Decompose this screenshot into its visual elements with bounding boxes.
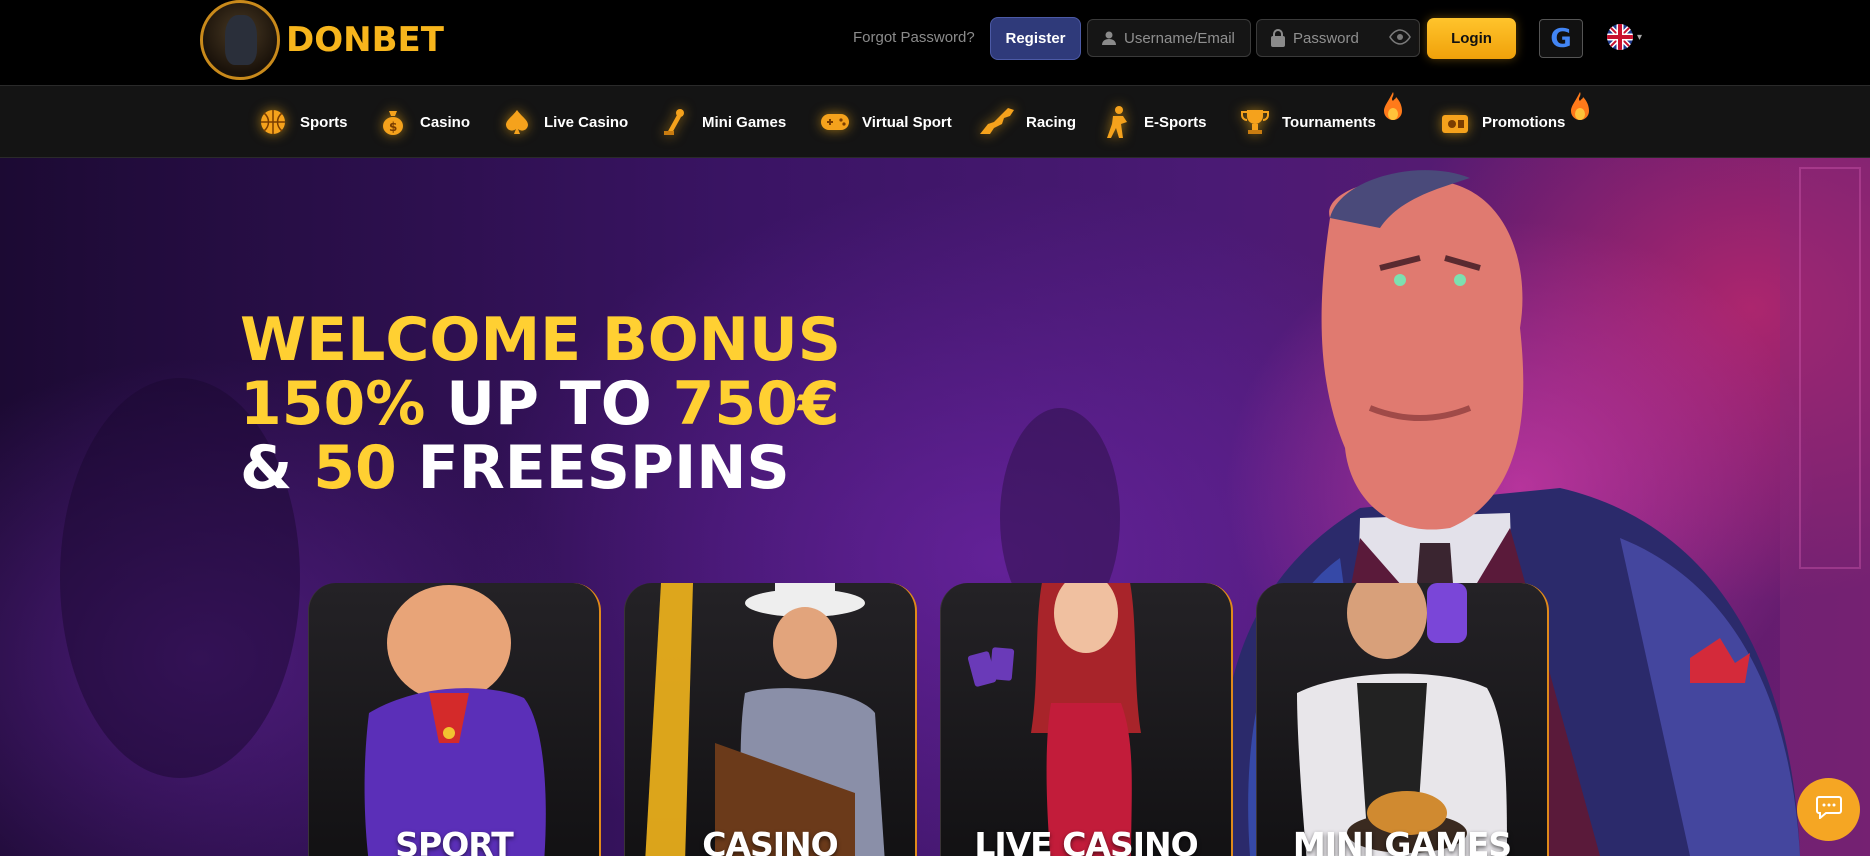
nav-item-live-casino[interactable]: Live Casino [502,86,628,158]
logo-text: DONBET [286,20,444,60]
uk-flag-icon [1607,24,1633,50]
hero-character-illustration [60,158,1870,856]
mini-games-character-illustration [1297,583,1507,856]
category-card-mini-games[interactable]: MINI GAMES [1256,583,1549,856]
welcome-bonus-headline: WELCOME BONUS 150% UP TO 750€ & 50 FREES… [240,308,841,500]
fire-icon [1571,92,1589,122]
gift-icon [1440,107,1470,137]
basketball-icon [258,107,288,137]
category-label: SPORT [395,825,513,856]
trophy-icon [1240,107,1270,137]
nav-label: Promotions [1482,113,1566,131]
nav-item-mini-games[interactable]: Mini Games [660,86,786,158]
svg-text:$: $ [389,120,397,134]
category-label: MINI GAMES [1292,825,1512,856]
spade-icon [502,107,532,137]
category-card-live-casino[interactable]: LIVE CASINO [940,583,1233,856]
nav-item-esports[interactable]: E-Sports [1102,86,1207,158]
user-icon [1094,30,1124,46]
nav-label: Tournaments [1282,113,1376,131]
live-casino-character-illustration [967,583,1141,856]
nav-label: Live Casino [544,113,629,131]
show-password-eye-icon[interactable] [1389,29,1411,50]
headline-text: & [240,433,314,503]
username-input[interactable] [1124,29,1234,47]
fire-icon [1384,92,1402,122]
nav-label: E-Sports [1144,113,1207,131]
sport-character-illustration [364,585,546,856]
nav-item-sports[interactable]: Sports [258,86,348,158]
headline-line-1: WELCOME BONUS [240,305,841,375]
category-label: LIVE CASINO [974,825,1198,856]
login-button[interactable]: Login [1427,18,1516,59]
nav-item-racing[interactable]: Racing [978,86,1076,158]
nav-item-tournaments[interactable]: Tournaments [1240,86,1376,158]
category-card-sport[interactable]: SPORT [308,583,601,856]
register-button[interactable]: Register [990,17,1081,60]
chevron-down-icon: ▾ [1637,31,1643,43]
headline-line-3: & 50 FREESPINS [240,436,841,500]
horse-icon [978,107,1018,137]
forgot-password-link[interactable]: Forgot Password? [853,29,975,46]
chat-icon [1815,795,1842,824]
nav-label: Mini Games [702,113,787,131]
soldier-icon [1102,106,1132,138]
language-selector[interactable]: ▾ [1607,24,1642,50]
money-bag-icon: $ [378,107,408,137]
headline-line-2: 150% UP TO 750€ [240,372,841,436]
bonus-amount: 750€ [672,369,840,439]
bonus-percent: 150% [240,369,426,439]
google-login-button[interactable]: G [1539,19,1583,58]
headline-text: FREESPINS [396,433,790,503]
casino-character-illustration [645,583,885,856]
password-field[interactable] [1256,19,1420,57]
category-card-casino[interactable]: CASINO [624,583,917,856]
lock-icon [1263,29,1293,47]
username-field[interactable] [1087,19,1251,57]
logo-emblem [200,0,280,80]
joystick-icon [660,107,690,137]
nav-item-casino[interactable]: $ Casino [378,86,470,158]
password-input[interactable] [1293,29,1403,47]
nav-label: Virtual Sport [862,113,952,131]
live-chat-button[interactable] [1797,778,1860,841]
logo[interactable]: DONBET [200,0,444,80]
main-nav: Sports $ Casino Live Casino Mini Games V… [0,85,1870,158]
freespins-count: 50 [313,433,397,503]
nav-label: Racing [1026,113,1077,131]
google-icon: G [1550,23,1572,54]
headline-text: UP TO [425,369,673,439]
gamepad-icon [820,107,850,137]
nav-item-promotions[interactable]: Promotions [1440,86,1565,158]
nav-item-virtual-sport[interactable]: Virtual Sport [820,86,952,158]
nav-label: Sports [300,113,348,131]
top-bar: DONBET Forgot Password? Register Login G [0,0,1870,85]
category-label: CASINO [702,825,838,856]
hero-banner[interactable]: WELCOME BONUS 150% UP TO 750€ & 50 FREES… [0,158,1870,856]
nav-label: Casino [420,113,471,131]
